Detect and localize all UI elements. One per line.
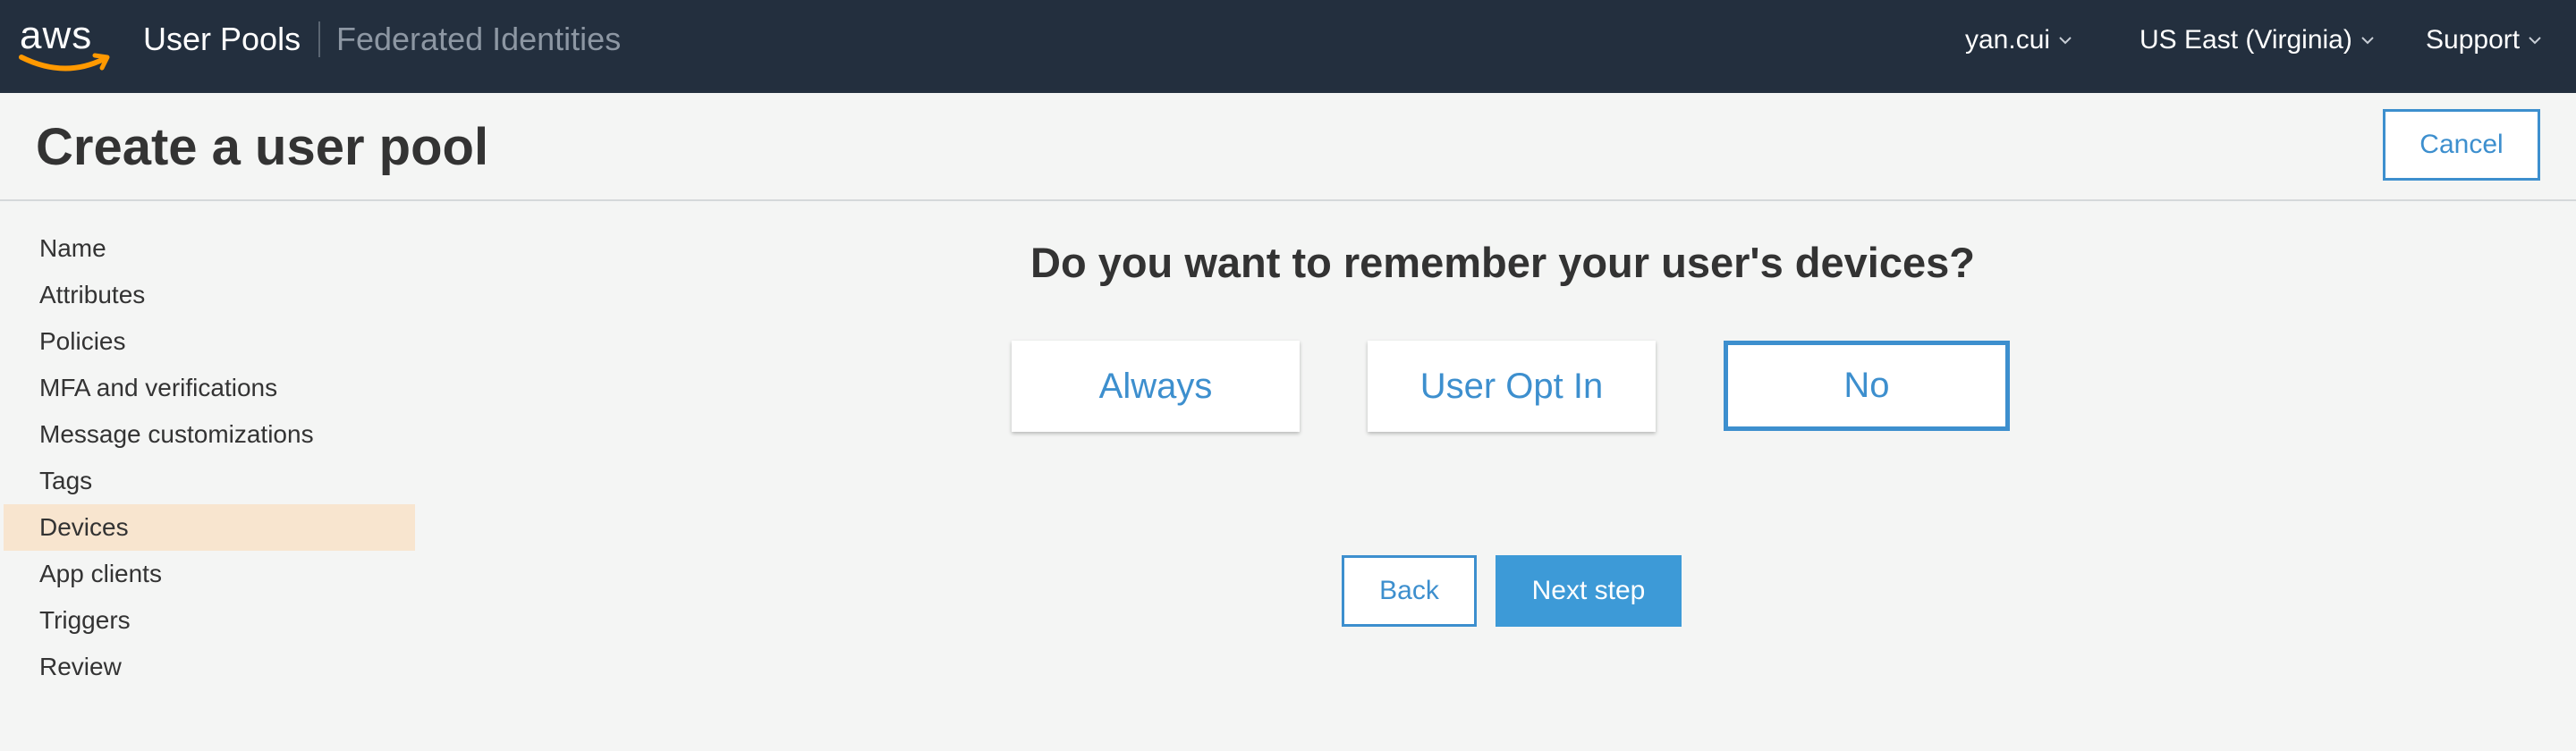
- user-pools-nav-link[interactable]: User Pools: [143, 21, 301, 57]
- sidebar-item-mfa-and-verifications[interactable]: MFA and verifications: [0, 365, 415, 411]
- back-button[interactable]: Back: [1342, 555, 1477, 627]
- option-no-button[interactable]: No: [1724, 341, 2010, 431]
- page-title: Create a user pool: [36, 118, 489, 176]
- support-menu-label: Support: [2426, 25, 2521, 55]
- amazon-smile-icon: [19, 53, 110, 72]
- sidebar-item-policies[interactable]: Policies: [0, 318, 415, 365]
- header-divider: [0, 199, 2576, 201]
- cancel-button[interactable]: Cancel: [2383, 109, 2540, 181]
- wizard-steps-sidebar: Name Attributes Policies MFA and verific…: [0, 225, 415, 690]
- user-menu-label: yan.cui: [1965, 25, 2051, 55]
- sidebar-item-app-clients[interactable]: App clients: [0, 551, 415, 597]
- aws-logo-text: aws: [20, 13, 93, 57]
- region-menu[interactable]: US East (Virginia): [2140, 25, 2376, 55]
- sidebar-item-attributes[interactable]: Attributes: [0, 272, 415, 318]
- chevron-down-icon: [2529, 37, 2541, 45]
- sidebar-item-message-customizations[interactable]: Message customizations: [0, 411, 415, 458]
- chevron-down-icon: [2361, 37, 2374, 45]
- sidebar-item-triggers[interactable]: Triggers: [0, 597, 415, 644]
- device-question-heading: Do you want to remember your user's devi…: [1030, 239, 1975, 286]
- support-menu[interactable]: Support: [2426, 25, 2543, 55]
- top-navigation-bar: aws User Pools Federated Identities yan.…: [0, 0, 2576, 93]
- option-always-button[interactable]: Always: [1012, 341, 1300, 432]
- sidebar-item-review[interactable]: Review: [0, 644, 415, 690]
- chevron-down-icon: [2059, 37, 2072, 45]
- region-menu-label: US East (Virginia): [2140, 25, 2352, 55]
- sidebar-item-devices[interactable]: Devices: [4, 504, 415, 551]
- federated-identities-nav-link[interactable]: Federated Identities: [336, 21, 621, 57]
- sidebar-item-name[interactable]: Name: [0, 225, 415, 272]
- sidebar-item-tags[interactable]: Tags: [0, 458, 415, 504]
- next-step-button[interactable]: Next step: [1496, 555, 1682, 627]
- aws-logo[interactable]: aws: [18, 16, 113, 79]
- user-menu[interactable]: yan.cui: [1965, 25, 2073, 55]
- nav-divider: [318, 21, 320, 57]
- option-user-opt-in-button[interactable]: User Opt In: [1368, 341, 1656, 432]
